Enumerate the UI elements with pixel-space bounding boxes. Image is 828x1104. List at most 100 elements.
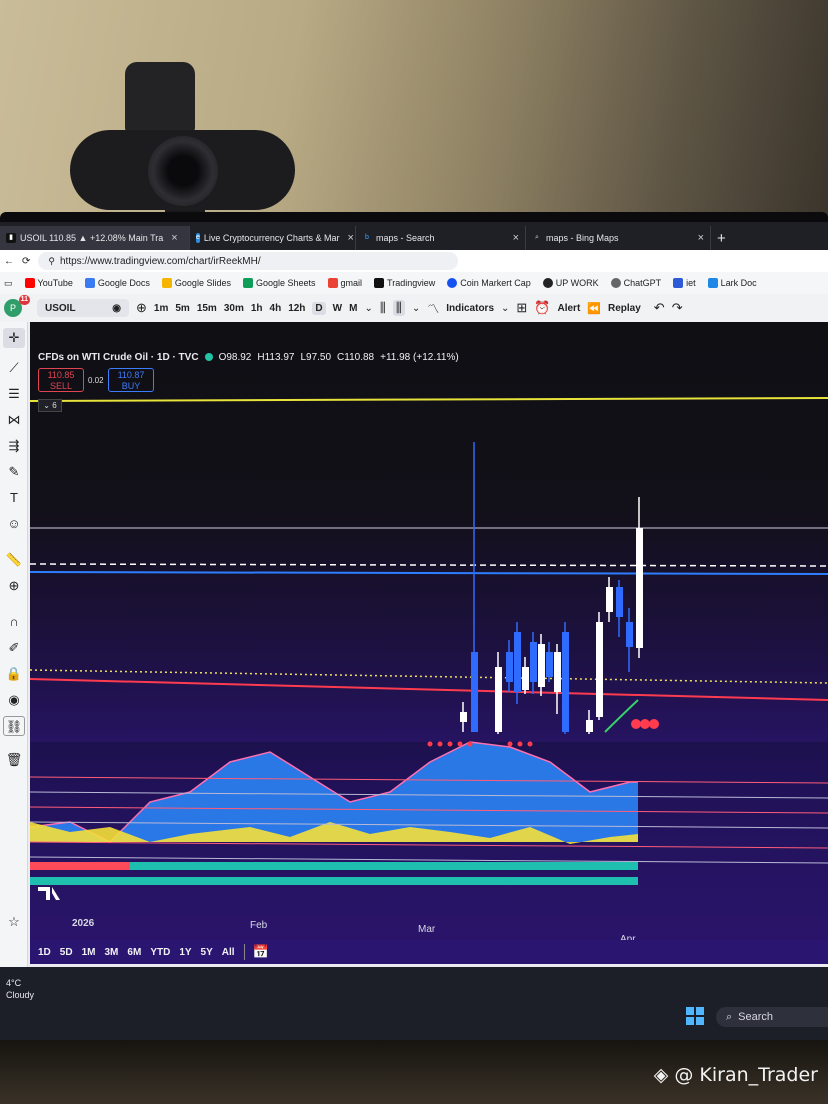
- magnet-icon[interactable]: ∩: [3, 612, 25, 632]
- url-field[interactable]: ⚲ https://www.tradingview.com/chart/irRe…: [38, 252, 459, 270]
- windows-start-icon[interactable]: [686, 1007, 704, 1025]
- close-tab-icon[interactable]: ×: [171, 232, 177, 244]
- bookmark-youtube[interactable]: YouTube: [24, 278, 73, 288]
- timeframe-30m[interactable]: 30m: [224, 303, 244, 314]
- tab-usoil[interactable]: ▮ USOIL 110.85 ▲ +12.08% Main Tra ×: [0, 226, 190, 250]
- compare-symbol-icon[interactable]: ⊕: [136, 300, 147, 316]
- coinmarketcap-icon: [447, 278, 458, 288]
- bar-style-icon[interactable]: ⫼: [380, 300, 386, 316]
- ruler-icon[interactable]: 📏: [3, 550, 25, 570]
- drawing-tools-sidebar: ✛ ⟋ ☰ ⋈ ⇶ ✎ T ☺ 📏 ⊕ ∩ ✐ 🔒 ◉ ⛓ 🗑 ☆: [0, 322, 28, 1040]
- candle-body: [460, 712, 467, 722]
- range-1y[interactable]: 1Y: [179, 947, 191, 958]
- fib-retracement-icon[interactable]: ☰: [3, 384, 25, 404]
- range-ytd[interactable]: YTD: [150, 947, 170, 958]
- sell-button[interactable]: 110.85 SELL: [38, 368, 84, 392]
- trash-icon[interactable]: 🗑: [3, 750, 25, 770]
- undo-icon[interactable]: ↶: [654, 300, 665, 316]
- layout-grid-icon[interactable]: ⊞: [516, 300, 527, 316]
- timeframe-w[interactable]: W: [333, 303, 342, 314]
- weather-widget[interactable]: 4°C Cloudy: [6, 977, 34, 1001]
- crosshair-icon[interactable]: ✛: [3, 328, 25, 348]
- back-arrow-icon[interactable]: ←: [4, 256, 14, 267]
- new-tab-button[interactable]: +: [711, 226, 732, 250]
- candle-style-icon[interactable]: ⫼: [392, 300, 405, 316]
- chevron-down-icon[interactable]: ⌄: [364, 303, 372, 314]
- taskbar-search[interactable]: ⌕ Search: [716, 1007, 828, 1027]
- timeframe-d[interactable]: D: [312, 301, 326, 315]
- text-icon[interactable]: T: [3, 488, 25, 508]
- forecast-icon[interactable]: ⇶: [3, 436, 25, 456]
- date-range-calendar-icon[interactable]: 📅: [243, 944, 269, 960]
- signal-marker: [640, 719, 650, 729]
- indicators-button[interactable]: Indicators: [446, 303, 494, 314]
- bookmarks-toggle-icon[interactable]: ▭: [4, 278, 13, 289]
- trend-line-icon[interactable]: ⟋: [3, 358, 25, 378]
- range-1m[interactable]: 1M: [82, 947, 96, 958]
- signal-dot: [427, 741, 433, 747]
- favorite-star-icon[interactable]: ☆: [3, 912, 25, 932]
- chart-area[interactable]: CFDs on WTI Crude Oil · 1D · TVC O98.92 …: [30, 322, 828, 940]
- bookmark-google-slides[interactable]: Google Slides: [161, 278, 231, 288]
- avatar[interactable]: P 11: [4, 295, 30, 317]
- lock-icon[interactable]: 🔒: [3, 664, 25, 684]
- price-chart-svg[interactable]: [30, 322, 828, 940]
- screen: ▮ USOIL 110.85 ▲ +12.08% Main Tra × e Li…: [0, 222, 828, 1040]
- alert-button[interactable]: Alert: [558, 303, 581, 314]
- range-5d[interactable]: 5D: [60, 947, 73, 958]
- range-6m[interactable]: 6M: [127, 947, 141, 958]
- emoji-icon[interactable]: ☺: [3, 514, 25, 534]
- chevron-down-icon[interactable]: ⌄: [501, 303, 509, 314]
- bookmark-chatgpt[interactable]: ChatGPT: [610, 278, 661, 288]
- chevron-down-icon[interactable]: ⌄: [412, 303, 420, 314]
- timeframe-1h[interactable]: 1h: [251, 303, 263, 314]
- close-tab-icon[interactable]: ×: [513, 232, 519, 244]
- bookmark-tradingview[interactable]: Tradingview: [374, 278, 435, 288]
- tab-maps-search[interactable]: b maps - Search ×: [356, 226, 526, 250]
- timeframe-15m[interactable]: 15m: [197, 303, 217, 314]
- timeframe-5m[interactable]: 5m: [175, 303, 189, 314]
- tab-label: maps - Search: [376, 233, 435, 243]
- close-tab-icon[interactable]: ×: [698, 232, 704, 244]
- site-info-icon[interactable]: ⚲: [48, 256, 55, 267]
- bookmark-coinmarketcap[interactable]: Coin Markert Cap: [447, 278, 531, 288]
- redo-icon[interactable]: ↷: [672, 300, 683, 316]
- bookmark-google-sheets[interactable]: Google Sheets: [242, 278, 316, 288]
- close-tab-icon[interactable]: ×: [347, 232, 353, 244]
- dotted-level-line: [30, 669, 828, 684]
- range-all[interactable]: All: [222, 947, 235, 958]
- eye-icon[interactable]: ◉: [112, 303, 121, 314]
- bookmark-iet[interactable]: iet: [673, 278, 696, 288]
- candle-body: [546, 652, 553, 677]
- indicators-collapse-toggle[interactable]: ⌄ 6: [38, 399, 62, 412]
- pattern-icon[interactable]: ⋈: [3, 410, 25, 430]
- tab-bing-maps[interactable]: ⌕ maps - Bing Maps ×: [526, 226, 711, 250]
- timeframe-12h[interactable]: 12h: [288, 303, 305, 314]
- eye-icon[interactable]: ◉: [3, 690, 25, 710]
- bookmark-upwork[interactable]: UP WORK: [542, 278, 599, 288]
- range-3m[interactable]: 3M: [105, 947, 119, 958]
- bookmark-lark-doc[interactable]: Lark Doc: [707, 278, 757, 288]
- indicators-icon: 〽: [427, 301, 440, 316]
- timeframe-4h[interactable]: 4h: [270, 303, 282, 314]
- lock-drawings-pencil-icon[interactable]: ✐: [3, 638, 25, 658]
- range-1d[interactable]: 1D: [38, 947, 51, 958]
- bookmark-gmail[interactable]: gmail: [327, 278, 362, 288]
- time-axis[interactable]: 2026 Feb Mar Apr: [30, 914, 828, 945]
- reload-icon[interactable]: ⟳: [22, 256, 30, 267]
- timeframe-m[interactable]: M: [349, 303, 357, 314]
- candle-body: [514, 632, 521, 692]
- open-value: O98.92: [218, 352, 252, 363]
- timeframe-1m[interactable]: 1m: [154, 303, 168, 314]
- replay-button[interactable]: Replay: [608, 303, 641, 314]
- zoom-in-icon[interactable]: ⊕: [3, 576, 25, 596]
- buy-button[interactable]: 110.87 BUY: [108, 368, 154, 392]
- symbol-search-input[interactable]: USOIL ◉: [37, 299, 129, 317]
- brush-icon[interactable]: ✎: [3, 462, 25, 482]
- tab-crypto[interactable]: e Live Cryptocurrency Charts & Mar ×: [190, 226, 356, 250]
- bookmark-google-docs[interactable]: Google Docs: [84, 278, 150, 288]
- range-5y[interactable]: 5Y: [201, 947, 213, 958]
- date-range-bar: 1D 5D 1M 3M 6M YTD 1Y 5Y All 📅: [30, 940, 828, 964]
- tab-label: USOIL 110.85 ▲ +12.08% Main Tra: [20, 233, 164, 243]
- link-icon[interactable]: ⛓: [3, 716, 25, 736]
